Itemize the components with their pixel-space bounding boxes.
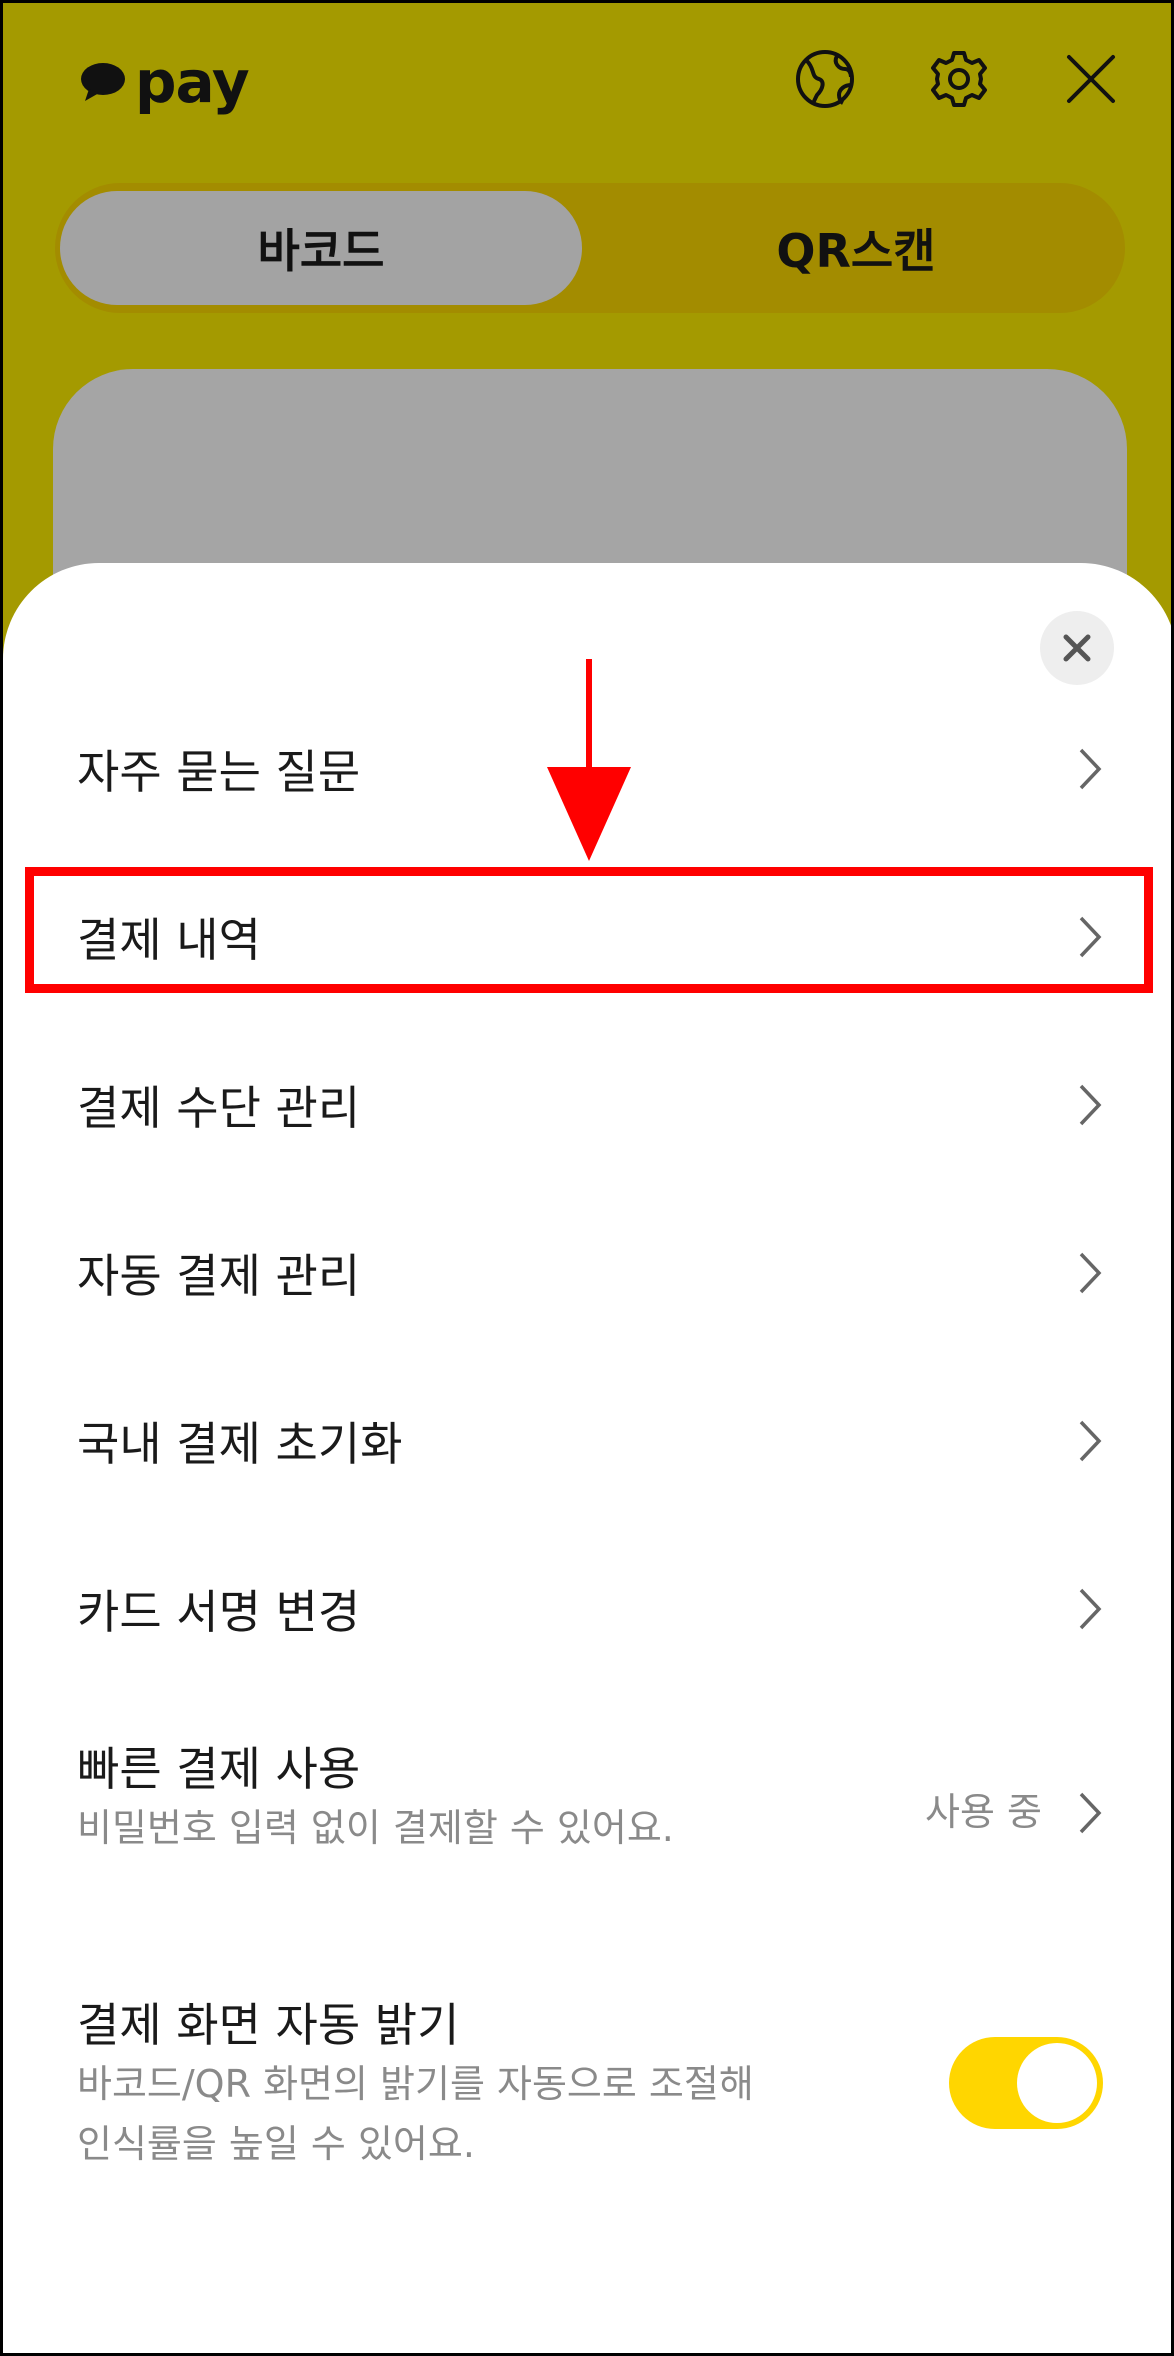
- quick-pay-label: 빠른 결제 사용: [77, 1742, 361, 1796]
- speech-bubble-icon: [81, 63, 125, 101]
- logo-text: pay: [135, 48, 250, 116]
- auto-brightness-description-line1: 바코드/QR 화면의 밝기를 자동으로 조절해: [77, 2062, 754, 2106]
- payment-mode-tabs: 바코드 QR스캔: [55, 183, 1125, 313]
- chevron-right-icon: [1079, 1588, 1102, 1630]
- chevron-right-icon: [1079, 1420, 1102, 1462]
- close-icon[interactable]: [1055, 43, 1127, 115]
- menu-item-label: 자주 묻는 질문: [77, 745, 361, 799]
- menu-item-label: 자동 결제 관리: [77, 1249, 361, 1303]
- menu-item-label: 카드 서명 변경: [77, 1585, 361, 1639]
- menu-item-payment-methods[interactable]: 결제 수단 관리: [3, 1045, 1171, 1165]
- globe-icon[interactable]: [789, 43, 861, 115]
- auto-brightness-label: 결제 화면 자동 밝기: [77, 1998, 460, 2052]
- arrow-down-icon: [547, 659, 631, 861]
- menu-item-label: 국내 결제 초기화: [77, 1417, 403, 1471]
- toggle-knob: [1017, 2043, 1097, 2123]
- quick-pay-status: 사용 중: [925, 1790, 1042, 1834]
- close-icon: [1063, 634, 1091, 662]
- chevron-right-icon: [1079, 1252, 1102, 1294]
- menu-item-card-signature[interactable]: 카드 서명 변경: [3, 1549, 1171, 1669]
- auto-brightness-toggle[interactable]: [949, 2037, 1103, 2129]
- sheet-close-button[interactable]: [1040, 611, 1114, 685]
- highlight-box: [25, 867, 1153, 993]
- chevron-right-icon: [1079, 1792, 1102, 1834]
- gear-icon[interactable]: [923, 43, 995, 115]
- auto-brightness-description-line2: 인식률을 높일 수 있어요.: [77, 2122, 475, 2166]
- chevron-right-icon: [1079, 1084, 1102, 1126]
- menu-item-quick-pay[interactable]: 빠른 결제 사용 비밀번호 입력 없이 결제할 수 있어요. 사용 중: [3, 1733, 1171, 1903]
- tab-qr-scan[interactable]: QR스캔: [595, 191, 1117, 305]
- menu-item-reset-domestic-payment[interactable]: 국내 결제 초기화: [3, 1381, 1171, 1501]
- kakaopay-logo: pay: [79, 47, 250, 117]
- app-frame: pay 바코드 QR스캔 자주 묻는 질문 결제 내역 결제 수단 관리 자동 …: [0, 0, 1174, 2356]
- menu-item-label: 결제 수단 관리: [77, 1081, 361, 1135]
- chevron-right-icon: [1079, 748, 1102, 790]
- quick-pay-description: 비밀번호 입력 없이 결제할 수 있어요.: [77, 1806, 674, 1850]
- menu-item-auto-payment[interactable]: 자동 결제 관리: [3, 1213, 1171, 1333]
- tab-barcode[interactable]: 바코드: [60, 191, 582, 305]
